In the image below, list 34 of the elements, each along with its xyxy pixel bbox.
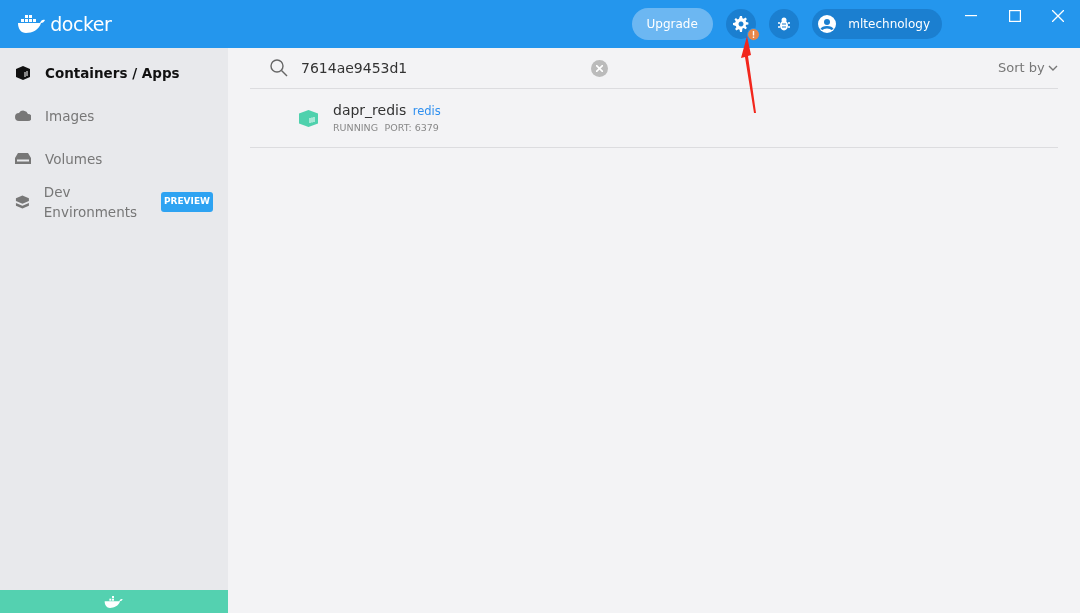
container-name: dapr_redis xyxy=(333,101,407,121)
clear-icon xyxy=(596,64,603,72)
sidebar-item[interactable]: Images xyxy=(0,94,228,138)
close-icon xyxy=(1052,10,1064,22)
sort-dropdown[interactable]: Sort by xyxy=(998,58,1058,78)
search-icon xyxy=(270,59,288,77)
settings-icon xyxy=(732,16,749,32)
upgrade-button[interactable]: Upgrade xyxy=(631,8,713,40)
troubleshoot-button[interactable] xyxy=(768,9,799,39)
container-status: RUNNING xyxy=(333,121,379,136)
container-icon xyxy=(15,65,31,80)
user-account-button[interactable]: mltechnology xyxy=(811,9,942,39)
drive-icon xyxy=(15,153,31,165)
search-field[interactable]: 7614ae9453d1 xyxy=(301,57,581,79)
whale-logo-icon xyxy=(17,14,47,34)
clear-search-button[interactable] xyxy=(591,59,608,77)
container-row[interactable]: dapr_redis redis RUNNING PORT: 6379 xyxy=(250,89,1058,147)
container-port: PORT: 6379 xyxy=(384,121,439,136)
bug-icon xyxy=(776,17,791,31)
image-link[interactable]: redis xyxy=(412,103,441,121)
app-logo-text: docker xyxy=(50,11,112,37)
minimize-icon xyxy=(965,15,977,17)
chevron-down-icon xyxy=(1048,65,1058,71)
cloud-icon xyxy=(15,110,31,122)
sidebar-item[interactable]: Containers / Apps xyxy=(0,51,228,95)
user-icon xyxy=(817,15,836,33)
maximize-icon xyxy=(1008,10,1021,22)
sidebar-item[interactable]: Dev Environments PREVIEW xyxy=(0,180,228,224)
container-icon xyxy=(298,109,319,127)
stacked-boxes-icon xyxy=(15,194,30,209)
settings-button[interactable] xyxy=(725,9,756,39)
sidebar-item[interactable]: Volumes xyxy=(0,137,228,181)
whale-icon xyxy=(104,594,124,609)
preview-badge: PREVIEW xyxy=(160,192,213,212)
